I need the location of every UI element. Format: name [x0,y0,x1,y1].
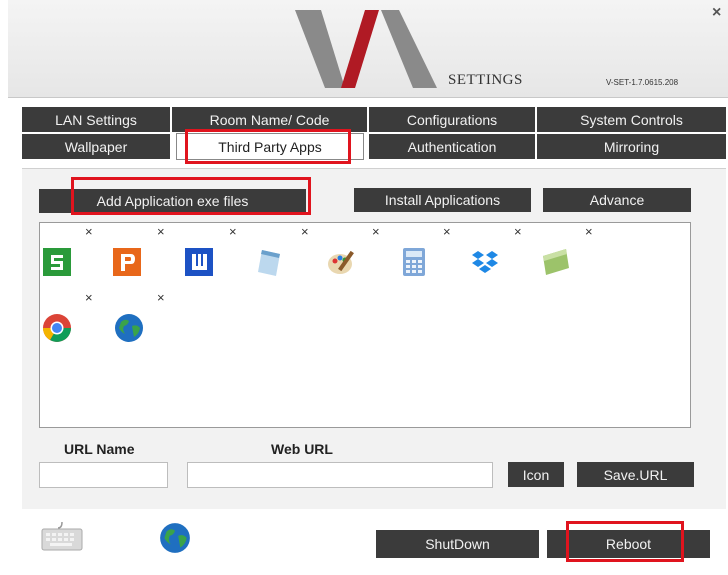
remove-app-button[interactable]: × [514,224,522,239]
remove-app-button[interactable]: × [585,224,593,239]
add-application-highlight-box [71,177,311,215]
tab-authentication[interactable]: Authentication [369,134,535,159]
chrome-icon[interactable] [41,312,73,344]
remove-app-button[interactable]: × [372,224,380,239]
tab-configurations[interactable]: Configurations [369,107,535,132]
remove-app-button[interactable]: × [443,224,451,239]
remove-app-button[interactable]: × [85,290,93,305]
reboot-highlight-box [566,521,684,562]
close-button[interactable]: × [712,4,721,22]
spreadsheet-app-icon[interactable] [41,246,73,278]
writer-app-icon[interactable] [183,246,215,278]
presentation-app-icon[interactable] [111,246,143,278]
remove-app-button[interactable]: × [229,224,237,239]
calculator-icon[interactable] [398,246,430,278]
globe-icon[interactable] [158,521,192,555]
advance-button[interactable]: Advance [543,188,691,212]
web-url-label: Web URL [271,441,333,457]
web-url-input[interactable] [187,462,493,488]
icon-button[interactable]: Icon [508,462,564,487]
remove-app-button[interactable]: × [301,224,309,239]
via-logo [295,10,437,88]
tab-mirroring[interactable]: Mirroring [537,134,726,159]
remove-app-button[interactable]: × [85,224,93,239]
tab-lan-settings[interactable]: LAN Settings [22,107,170,132]
tab-highlight-box [185,129,351,164]
globe-icon[interactable] [113,312,145,344]
notes-icon[interactable] [540,246,572,278]
remove-app-button[interactable]: × [157,224,165,239]
paint-icon[interactable] [326,246,358,278]
install-applications-button[interactable]: Install Applications [354,188,531,212]
url-name-label: URL Name [64,441,135,457]
keyboard-icon[interactable] [40,520,84,552]
save-url-button[interactable]: Save.URL [577,462,694,487]
remove-app-button[interactable]: × [157,290,165,305]
tab-system-controls[interactable]: System Controls [537,107,726,132]
dropbox-icon[interactable] [469,246,501,278]
version-label: V-SET-1.7.0615.208 [606,78,679,87]
tab-wallpaper[interactable]: Wallpaper [22,134,170,159]
notepad-icon[interactable] [254,246,286,278]
shutdown-button[interactable]: ShutDown [376,530,539,558]
url-name-input[interactable] [39,462,168,488]
settings-title: SETTINGS [448,72,523,88]
